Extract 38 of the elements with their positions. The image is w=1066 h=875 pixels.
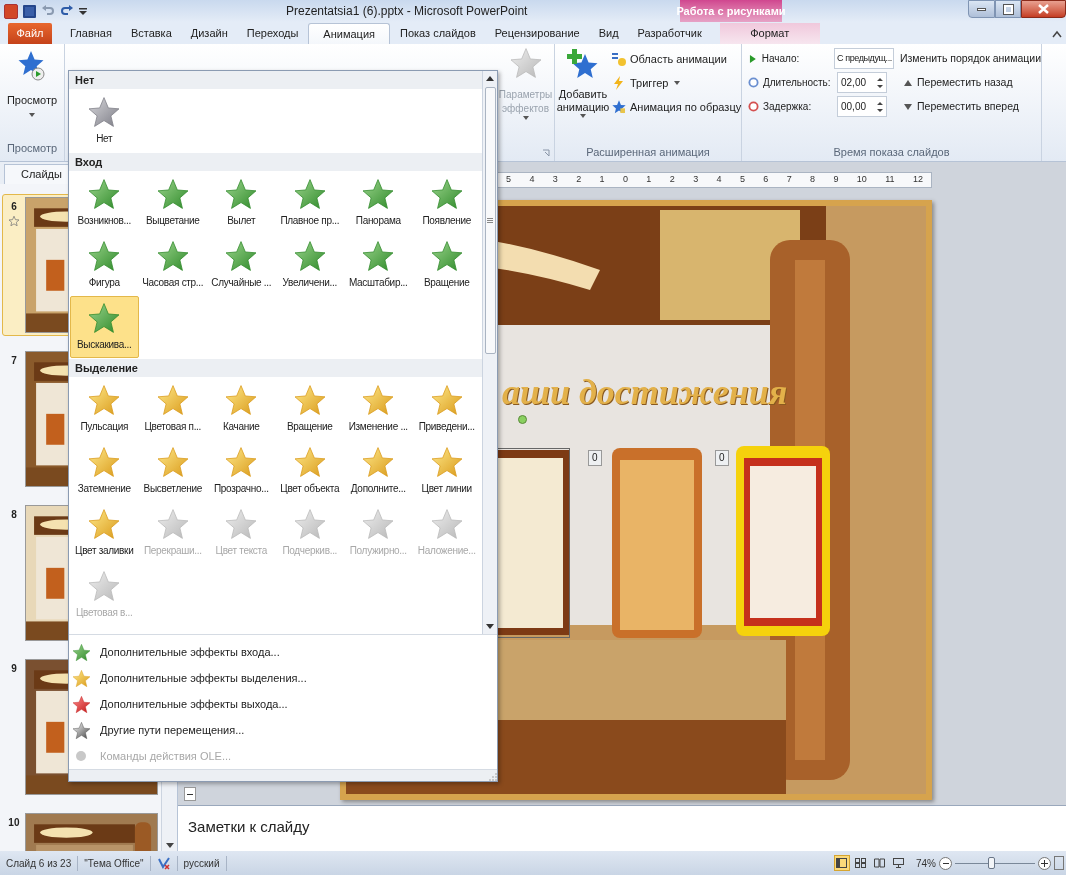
ruler-number: 3 — [552, 173, 558, 187]
ruler-number: 5 — [506, 173, 511, 187]
zoom-percent: 74% — [916, 856, 936, 871]
ruler-number: 9 — [833, 173, 839, 187]
slide-counter: Слайд 6 из 23 — [0, 855, 79, 871]
ruler-number: 1 — [599, 173, 605, 187]
slide-number: 8 — [11, 508, 17, 522]
ruler-number: 4 — [529, 173, 535, 187]
ruler-number: 0 — [622, 173, 628, 187]
language: русский — [176, 855, 227, 871]
ruler-number: 12 — [912, 173, 923, 187]
section-header: Выделение — [69, 359, 482, 377]
ruler-number: 3 — [693, 173, 699, 187]
ruler-number: 6 — [763, 173, 769, 187]
window-title: Prezentatsia1 (6).pptx - Microsoft PowerPoint — [286, 3, 528, 20]
ruler-number: 5 — [739, 173, 745, 187]
ruler-number: 8 — [810, 173, 816, 187]
group-label: Просмотр — [6, 141, 58, 156]
slide-number: 9 — [11, 662, 17, 676]
slide-number: 6 — [11, 200, 17, 214]
ruler-number: 7 — [786, 173, 792, 187]
group-label: Время показа слайдов — [832, 145, 951, 160]
reorder-label: Изменить порядок анимации — [900, 50, 1041, 66]
ruler-number: 2 — [669, 173, 675, 187]
field-label: Задержка: — [763, 100, 813, 114]
group-label: Расширенная анимация — [585, 145, 711, 160]
field-label: Длительность: — [763, 76, 832, 90]
ruler-number: 11 — [885, 173, 895, 187]
ruler-number: 4 — [716, 173, 722, 187]
field-label: Начало: — [761, 52, 801, 66]
theme-name: "Тема Office" — [78, 855, 151, 871]
ruler-number: 1 — [646, 173, 652, 187]
section-header: Нет — [69, 71, 482, 89]
slide-number: 10 — [8, 816, 20, 830]
ruler-number: 10 — [856, 173, 867, 187]
ruler-number: 2 — [576, 173, 582, 187]
section-header: Вход — [69, 153, 482, 171]
slide-number: 7 — [11, 354, 17, 368]
